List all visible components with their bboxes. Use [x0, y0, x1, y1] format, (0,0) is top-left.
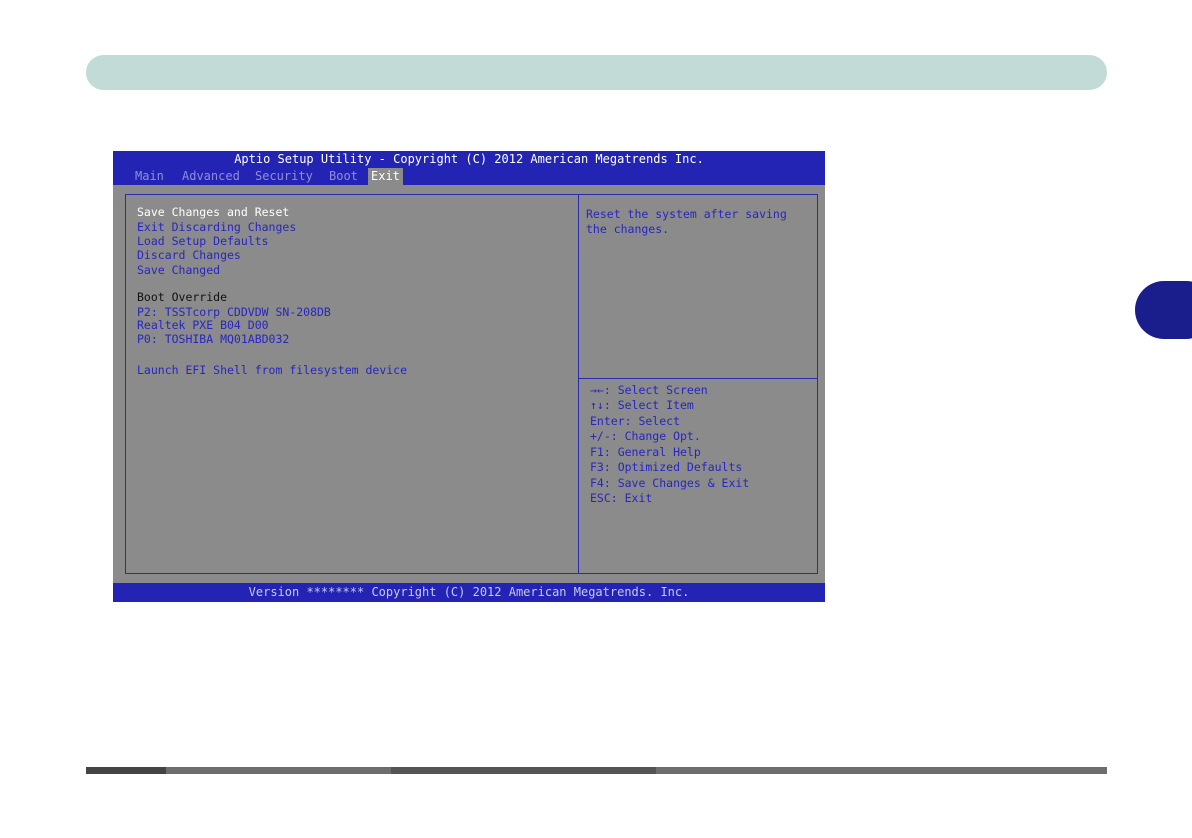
- save-changes-reset-item[interactable]: Save Changes and Reset: [137, 205, 289, 219]
- tab-advanced[interactable]: Advanced: [179, 168, 243, 185]
- load-setup-defaults-item[interactable]: Load Setup Defaults: [137, 234, 269, 248]
- boot-device-item[interactable]: Realtek PXE B04 D00: [137, 318, 269, 332]
- key-change-opt: +/-: Change Opt.: [590, 429, 701, 443]
- bios-footer: Version ******** Copyright (C) 2012 Amer…: [113, 583, 825, 602]
- exit-menu-panel: Save Changes and Reset Exit Discarding C…: [125, 194, 579, 574]
- footer-line-segment: [391, 767, 656, 774]
- boot-device-item[interactable]: P0: TOSHIBA MQ01ABD032: [137, 332, 289, 346]
- key-save-exit: F4: Save Changes & Exit: [590, 476, 750, 490]
- launch-efi-shell-item[interactable]: Launch EFI Shell from filesystem device: [137, 363, 407, 377]
- help-panel: Reset the system after saving the change…: [578, 194, 818, 574]
- key-esc-exit: ESC: Exit: [590, 491, 653, 505]
- key-optimized-defaults: F3: Optimized Defaults: [590, 460, 743, 474]
- boot-device-item[interactable]: P2: TSSTcorp CDDVDW SN-208DB: [137, 305, 331, 319]
- boot-override-heading: Boot Override: [137, 290, 228, 304]
- tab-main[interactable]: Main: [132, 168, 167, 185]
- exit-discarding-changes-item[interactable]: Exit Discarding Changes: [137, 220, 296, 234]
- tab-exit[interactable]: Exit: [368, 168, 403, 185]
- chapter-tab: [1135, 281, 1192, 339]
- key-enter: Enter: Select: [590, 414, 681, 428]
- bios-tab-bar: Main Advanced Security Boot Exit: [113, 168, 825, 185]
- key-select-screen: →←: Select Screen: [590, 383, 708, 397]
- key-general-help: F1: General Help: [590, 445, 701, 459]
- page-header-bar: [86, 55, 1107, 90]
- help-divider: [579, 378, 817, 379]
- help-text-line: Reset the system after saving: [586, 207, 787, 221]
- discard-changes-item[interactable]: Discard Changes: [137, 248, 241, 262]
- page-footer-line: [86, 767, 1107, 774]
- tab-security[interactable]: Security: [252, 168, 316, 185]
- bios-screen: Aptio Setup Utility - Copyright (C) 2012…: [113, 151, 825, 602]
- help-text-line: the changes.: [586, 222, 670, 236]
- key-select-item: ↑↓: Select Item: [590, 398, 694, 412]
- save-changed-item[interactable]: Save Changed: [137, 263, 220, 277]
- footer-line-segment: [86, 767, 166, 774]
- tab-boot[interactable]: Boot: [326, 168, 361, 185]
- bios-title: Aptio Setup Utility - Copyright (C) 2012…: [113, 151, 825, 168]
